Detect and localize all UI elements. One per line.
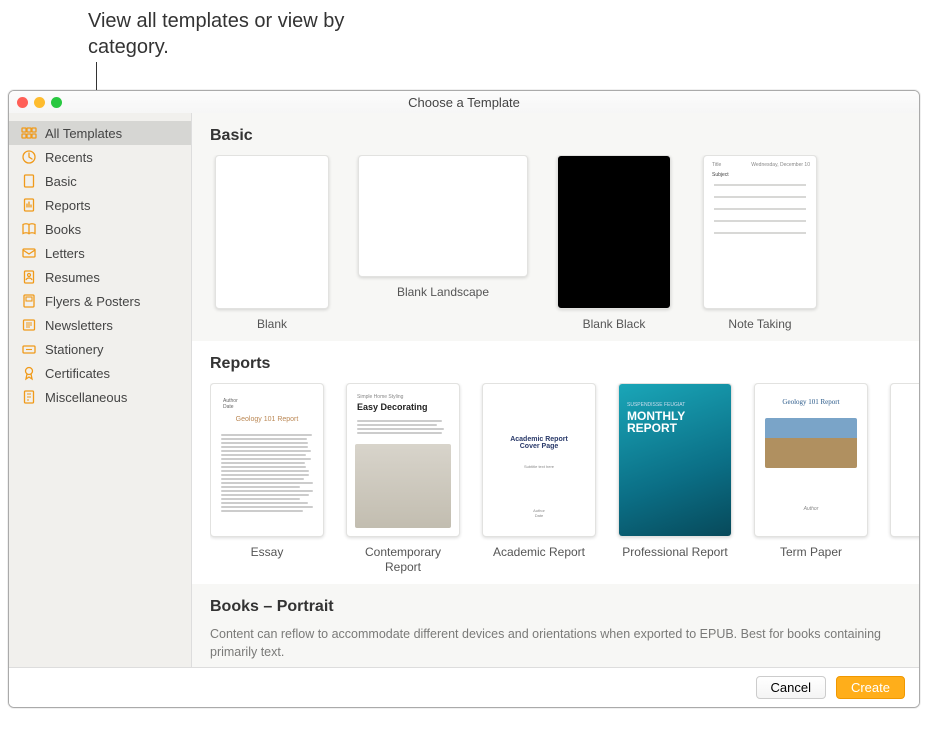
doc-icon bbox=[21, 173, 37, 189]
grid-icon bbox=[21, 125, 37, 141]
sidebar-item-resumes[interactable]: Resumes bbox=[9, 265, 191, 289]
sidebar-item-label: All Templates bbox=[45, 126, 122, 141]
template-item: Blank Landscape bbox=[356, 155, 530, 331]
poster-icon bbox=[21, 293, 37, 309]
sidebar-item-label: Basic bbox=[45, 174, 77, 189]
category-sidebar: All Templates Recents Basic Reports Books Let… bbox=[9, 113, 192, 667]
template-item: TitleWednesday, December 10Subject Note T… bbox=[698, 155, 822, 331]
template-label: Blank bbox=[257, 317, 287, 331]
template-label: Academic Report bbox=[493, 545, 585, 559]
sidebar-item-all-templates[interactable]: All Templates bbox=[9, 121, 191, 145]
ribbon-icon bbox=[21, 365, 37, 381]
sidebar-item-newsletters[interactable]: Newsletters bbox=[9, 313, 191, 337]
template-item: Geology 101 ReportAuthor Term Paper bbox=[754, 383, 868, 574]
create-button[interactable]: Create bbox=[836, 676, 905, 699]
template-label: Professional Report bbox=[622, 545, 727, 559]
template-label: Contemporary Report bbox=[346, 545, 460, 574]
report-icon bbox=[21, 197, 37, 213]
sidebar-item-stationery[interactable]: Stationery bbox=[9, 337, 191, 361]
sidebar-item-certificates[interactable]: Certificates bbox=[9, 361, 191, 385]
template-label: Blank Black bbox=[583, 317, 646, 331]
template-item: AuthorDateGeology 101 Report Essay bbox=[210, 383, 324, 574]
template-item: Academic Report Cover PageSubtitle text … bbox=[482, 383, 596, 574]
template-item: Blank bbox=[210, 155, 334, 331]
sidebar-item-label: Stationery bbox=[45, 342, 104, 357]
section-basic: Basic Blank Blank Landscape Blank Black Titl… bbox=[192, 113, 919, 341]
sidebar-item-miscellaneous[interactable]: Miscellaneous bbox=[9, 385, 191, 409]
section-title: Reports bbox=[210, 355, 919, 373]
template-item: SUSPENDISSE FEUGIATMONTHLYREPORT Professi… bbox=[618, 383, 732, 574]
template-thumbnail[interactable] bbox=[215, 155, 329, 309]
template-thumbnail[interactable]: SUSPENDISSE FEUGIATMONTHLYREPORT bbox=[618, 383, 732, 537]
template-thumbnail[interactable]: TitleWednesday, December 10Subject bbox=[703, 155, 817, 309]
sidebar-item-label: Resumes bbox=[45, 270, 100, 285]
template-item: Blank Black bbox=[552, 155, 676, 331]
clock-icon bbox=[21, 149, 37, 165]
sidebar-item-reports[interactable]: Reports bbox=[9, 193, 191, 217]
template-thumbnail[interactable]: Geology 101 ReportAuthor bbox=[754, 383, 868, 537]
sidebar-item-basic[interactable]: Basic bbox=[9, 169, 191, 193]
card-icon bbox=[21, 341, 37, 357]
window-title: Choose a Template bbox=[9, 95, 919, 110]
book-icon bbox=[21, 221, 37, 237]
template-thumbnail[interactable] bbox=[358, 155, 528, 277]
template-chooser-window: Choose a Template All Templates Recents Ba… bbox=[8, 90, 920, 708]
dialog-footer: Cancel Create bbox=[9, 667, 919, 707]
sidebar-item-label: Newsletters bbox=[45, 318, 113, 333]
sidebar-item-label: Flyers & Posters bbox=[45, 294, 140, 309]
sidebar-item-label: Letters bbox=[45, 246, 85, 261]
resume-icon bbox=[21, 269, 37, 285]
template-thumbnail[interactable] bbox=[890, 383, 919, 537]
sidebar-item-label: Books bbox=[45, 222, 81, 237]
misc-icon bbox=[21, 389, 37, 405]
news-icon bbox=[21, 317, 37, 333]
template-row: AuthorDateGeology 101 Report Essay Simple … bbox=[210, 383, 919, 574]
template-row: Blank Blank Landscape Blank Black TitleWedn… bbox=[210, 155, 919, 331]
letter-icon bbox=[21, 245, 37, 261]
template-main-area[interactable]: Basic Blank Blank Landscape Blank Black Titl… bbox=[192, 113, 919, 667]
template-thumbnail[interactable]: Simple Home StylingEasy Decorating bbox=[346, 383, 460, 537]
template-item: Simple Home StylingEasy Decorating Contem… bbox=[346, 383, 460, 574]
sidebar-item-label: Certificates bbox=[45, 366, 110, 381]
sidebar-item-label: Recents bbox=[45, 150, 93, 165]
sidebar-item-label: Reports bbox=[45, 198, 91, 213]
window-titlebar: Choose a Template bbox=[9, 91, 919, 113]
template-item bbox=[890, 383, 919, 574]
section-reports: Reports AuthorDateGeology 101 Report Essay… bbox=[192, 341, 919, 584]
sidebar-item-recents[interactable]: Recents bbox=[9, 145, 191, 169]
template-label: Term Paper bbox=[780, 545, 842, 559]
section-subtitle: Content can reflow to accommodate differ… bbox=[210, 626, 919, 661]
sidebar-item-flyers-posters[interactable]: Flyers & Posters bbox=[9, 289, 191, 313]
cancel-button[interactable]: Cancel bbox=[756, 676, 826, 699]
sidebar-item-letters[interactable]: Letters bbox=[9, 241, 191, 265]
template-thumbnail[interactable]: Academic Report Cover PageSubtitle text … bbox=[482, 383, 596, 537]
section-title: Books – Portrait bbox=[210, 598, 919, 616]
template-label: Essay bbox=[251, 545, 284, 559]
template-label: Note Taking bbox=[728, 317, 791, 331]
sidebar-item-label: Miscellaneous bbox=[45, 390, 127, 405]
section-books-portrait: Books – Portrait Content can reflow to ac… bbox=[192, 584, 919, 667]
template-label: Blank Landscape bbox=[397, 285, 489, 299]
section-title: Basic bbox=[210, 127, 919, 145]
template-thumbnail[interactable]: AuthorDateGeology 101 Report bbox=[210, 383, 324, 537]
callout-text: View all templates or view by category. bbox=[88, 8, 348, 60]
sidebar-item-books[interactable]: Books bbox=[9, 217, 191, 241]
template-thumbnail[interactable] bbox=[557, 155, 671, 309]
